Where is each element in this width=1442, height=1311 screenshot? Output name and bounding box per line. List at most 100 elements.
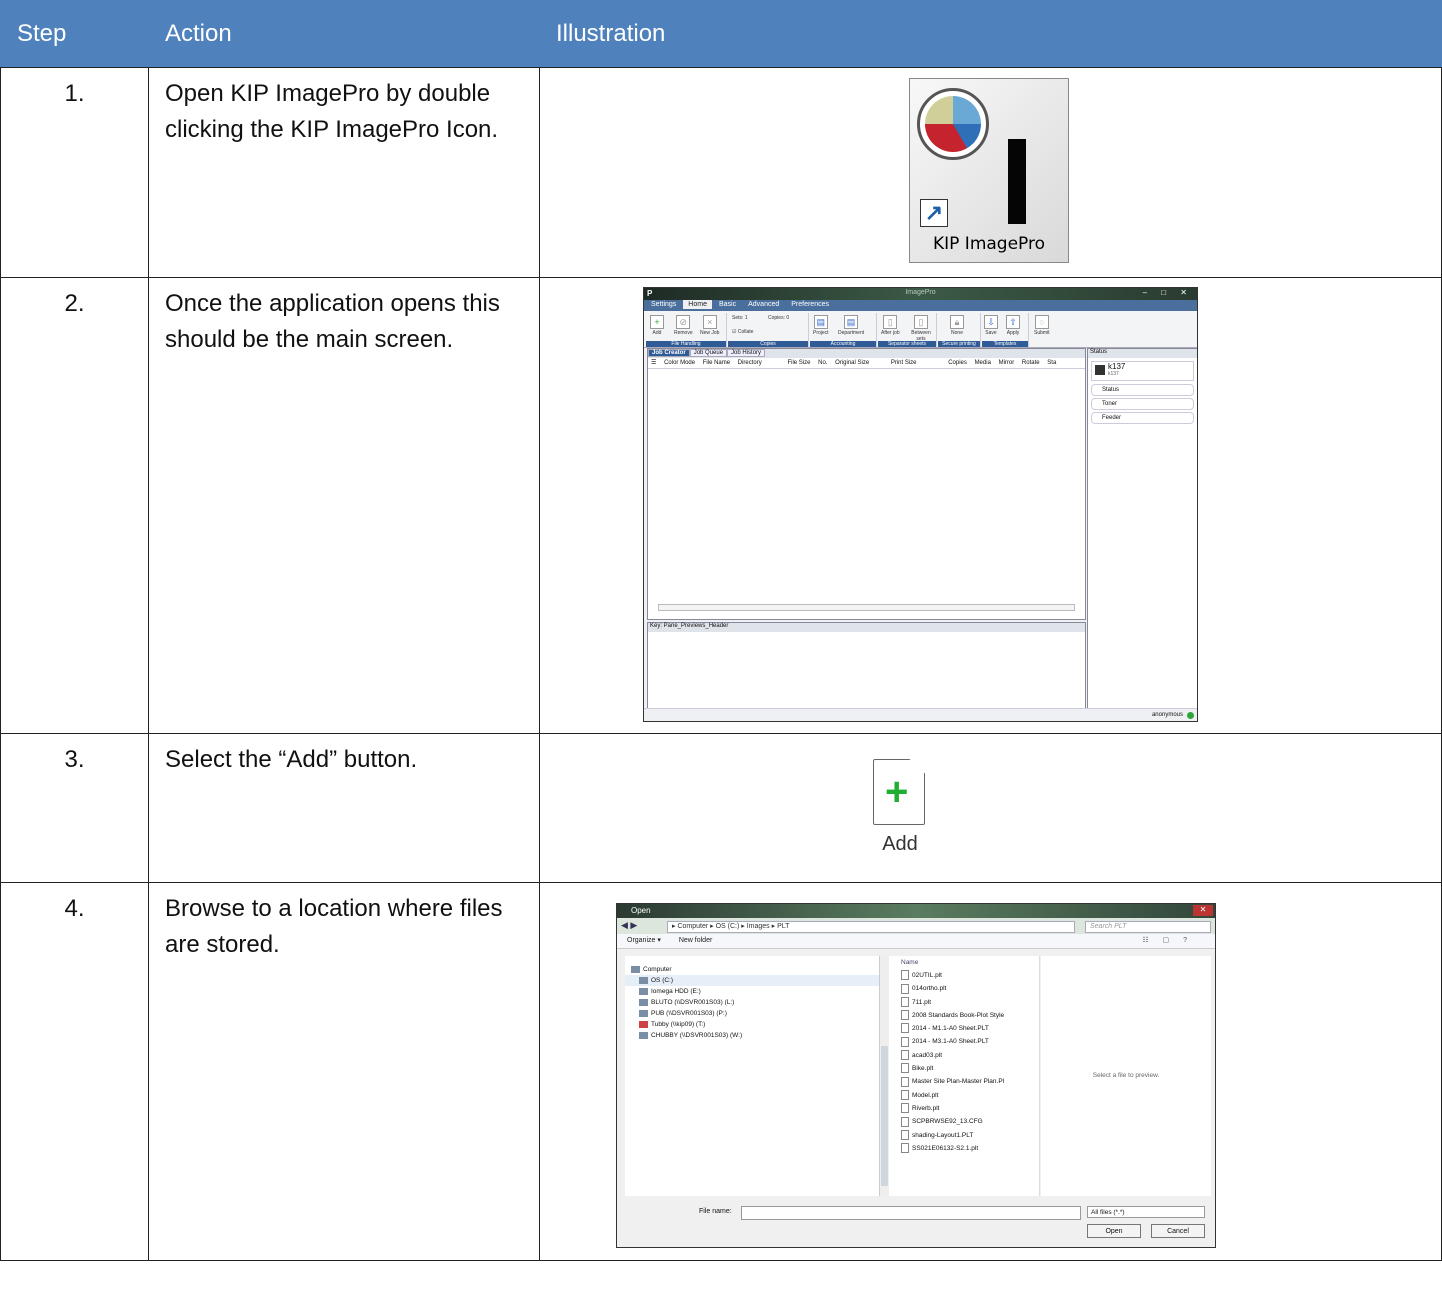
scrollbar-thumb[interactable]	[881, 1046, 888, 1186]
group-caption: Accounting	[810, 341, 876, 347]
tab-basic[interactable]: Basic	[714, 300, 741, 309]
group-caption: Secure printing	[938, 341, 980, 347]
column-header[interactable]: File Name	[703, 360, 730, 366]
after-job-icon: ▯	[883, 315, 898, 329]
nav-item-drive[interactable]: Iomega HDD (E:)	[625, 986, 880, 997]
none-button[interactable]: 🔒︎ None	[950, 315, 964, 336]
submit-button[interactable]: ○ Submit	[1034, 315, 1050, 336]
network-drive-icon	[639, 1031, 648, 1039]
list-item[interactable]: 014ortho.plt	[889, 982, 1039, 995]
column-header[interactable]: Copies	[948, 360, 967, 366]
search-input[interactable]: Search PLT	[1085, 921, 1211, 933]
new-job-button[interactable]: × New Job	[700, 315, 719, 336]
tab-home[interactable]: Home	[683, 300, 712, 309]
list-item[interactable]: SS021E06132-S2.1.plt	[889, 1142, 1039, 1155]
dialog-titlebar: Open ✕	[617, 904, 1215, 918]
tab-job-queue[interactable]: Job Queue	[689, 349, 728, 357]
breadcrumb[interactable]: ▸ Computer ▸ OS (C:) ▸ Images ▸ PLT	[667, 921, 1075, 933]
list-item[interactable]: 02UTIL.plt	[889, 969, 1039, 982]
column-header[interactable]: Rotate	[1022, 360, 1040, 366]
view-options-icon[interactable]: ☷ ▢ ?	[1142, 934, 1193, 948]
list-item[interactable]: Riverb.plt	[889, 1102, 1039, 1115]
tab-job-creator[interactable]: Job Creator	[648, 349, 690, 357]
file-icon	[901, 1050, 909, 1061]
after-job-button[interactable]: ▯ After job	[881, 315, 900, 336]
submit-icon: ○	[1034, 315, 1049, 329]
online-status-icon	[1187, 712, 1194, 719]
sets-field[interactable]: Sets: 1	[732, 315, 748, 321]
table-row: 3. Select the “Add” button. + Add	[0, 733, 1442, 883]
apply-template-button[interactable]: ⇧ Apply	[1006, 315, 1020, 336]
column-header[interactable]: No.	[818, 360, 827, 366]
remove-button[interactable]: ⊘ Remove	[674, 315, 693, 336]
column-header[interactable]: Directory	[738, 360, 762, 366]
tab-job-history[interactable]: Job History	[727, 349, 766, 357]
nav-item-drive[interactable]: OS (C:)	[625, 975, 880, 986]
nav-item-network-drive[interactable]: Tubby (\\kip09) (T:)	[625, 1019, 880, 1030]
table-row: 1. Open KIP ImagePro by double clicking …	[0, 67, 1442, 278]
status-section-feeder[interactable]: Feeder	[1091, 412, 1194, 424]
list-item[interactable]: 711.plt	[889, 996, 1039, 1009]
file-type-select[interactable]: All files (*.*)	[1087, 1206, 1205, 1218]
list-item[interactable]: Master Site Plan-Master Plan.Pl	[889, 1075, 1039, 1088]
kip-imagepro-app-icon[interactable]: ↗ KIP ImagePro	[909, 78, 1069, 263]
list-item[interactable]: 2014 - M1.1-A0 Sheet.PLT	[889, 1022, 1039, 1035]
tab-settings[interactable]: Settings	[646, 300, 681, 309]
illustration-cell: ↗ KIP ImagePro	[539, 67, 1442, 278]
save-icon: ⇩	[984, 315, 998, 329]
list-item[interactable]: 2014 - M3.1-A0 Sheet.PLT	[889, 1035, 1039, 1048]
tab-advanced[interactable]: Advanced	[743, 300, 784, 309]
list-view-icon[interactable]: ☰	[651, 360, 656, 366]
between-sets-button[interactable]: ▯ Between sets	[906, 315, 936, 342]
department-button[interactable]: ▤ Department	[838, 315, 864, 336]
column-header[interactable]: Original Size	[835, 360, 869, 366]
tab-preferences[interactable]: Preferences	[786, 300, 834, 309]
step-action: Select the “Add” button.	[148, 733, 540, 883]
organize-menu[interactable]: Organize ▾	[627, 937, 661, 944]
column-header[interactable]: Media	[975, 360, 991, 366]
open-button[interactable]: Open	[1087, 1224, 1141, 1238]
nav-item-network-drive[interactable]: CHUBBY (\\DSVR001S03) (W:)	[625, 1030, 880, 1041]
shortcut-arrow-icon: ↗	[920, 199, 948, 227]
illustration-cell: P ImagePro – □ ✕ Settings Home Basic Advanc…	[539, 277, 1442, 734]
window-controls[interactable]: – □ ✕	[1143, 288, 1193, 297]
save-template-button[interactable]: ⇩ Save	[984, 315, 998, 336]
list-item[interactable]: Bike.plt	[889, 1062, 1039, 1075]
status-section-status[interactable]: Status	[1091, 384, 1194, 396]
column-header-name[interactable]: Name	[889, 956, 1039, 969]
add-button[interactable]: + Add	[650, 315, 664, 336]
horizontal-scrollbar[interactable]	[658, 604, 1075, 611]
new-folder-button[interactable]: New folder	[679, 937, 712, 944]
column-header[interactable]: Print Size	[891, 360, 917, 366]
column-header[interactable]: Sta	[1047, 360, 1056, 366]
back-forward-icon[interactable]: ◀ ▶	[621, 920, 661, 932]
list-item[interactable]: acad03.plt	[889, 1049, 1039, 1062]
illustration-cell: Open ✕ ◀ ▶ ▸ Computer ▸ OS (C:) ▸ Images…	[539, 882, 1442, 1261]
remove-icon: ⊘	[676, 315, 691, 329]
nav-item-network-drive[interactable]: BLUTO (\\DSVR001S03) (L:)	[625, 997, 880, 1008]
file-icon	[901, 1103, 909, 1114]
steps-table: Step Action Illustration 1. Open KIP Ima…	[0, 0, 1442, 1261]
list-item[interactable]: SCPBRWSE92_13.CFG	[889, 1115, 1039, 1128]
printer-selector[interactable]: k137 k137	[1091, 361, 1194, 381]
nav-item-network-drive[interactable]: PUB (\\DSVR001S03) (P:)	[625, 1008, 880, 1019]
list-item[interactable]: 2008 Standards Book-Plot Style	[889, 1009, 1039, 1022]
cancel-button[interactable]: Cancel	[1151, 1224, 1205, 1238]
file-name-input[interactable]	[741, 1206, 1081, 1220]
apply-icon: ⇧	[1006, 315, 1020, 329]
list-item[interactable]: shading-Layout1.PLT	[889, 1129, 1039, 1142]
nav-item-computer[interactable]: Computer	[625, 964, 880, 975]
status-section-toner[interactable]: Toner	[1091, 398, 1194, 410]
add-button[interactable]: + Add	[873, 759, 927, 855]
close-icon[interactable]: ✕	[1193, 905, 1213, 916]
column-header[interactable]: Mirror	[999, 360, 1015, 366]
step-number: 3.	[0, 733, 149, 883]
column-header[interactable]: Color Mode	[664, 360, 695, 366]
ribbon: + Add ⊘ Remove × New Job File Handling Sets…	[644, 311, 1197, 348]
copies-field[interactable]: Copies: 0	[768, 315, 789, 321]
step-action: Browse to a location where files are sto…	[148, 882, 540, 1261]
project-button[interactable]: ▤ Project	[813, 315, 829, 336]
column-header[interactable]: File Size	[787, 360, 810, 366]
list-item[interactable]: Model.plt	[889, 1089, 1039, 1102]
collate-checkbox[interactable]: ☑ Collate	[732, 329, 753, 335]
